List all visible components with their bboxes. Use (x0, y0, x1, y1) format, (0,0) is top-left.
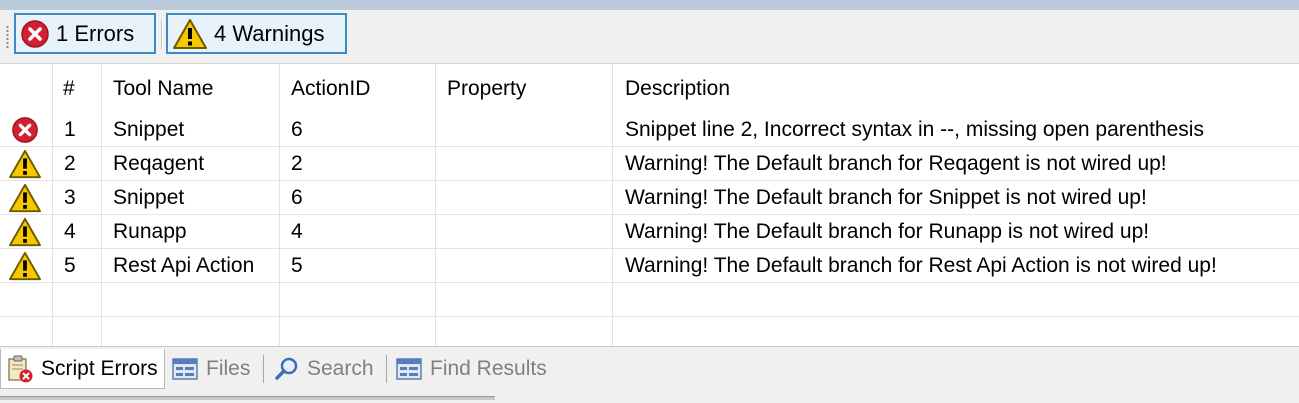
column-header-tool-name[interactable]: Tool Name (113, 64, 213, 114)
tab-search[interactable]: Search (273, 349, 374, 389)
row-description: Warning! The Default branch for Reqagent… (625, 152, 1167, 175)
tab-label: Search (307, 357, 374, 380)
toolbar-separator (161, 19, 163, 49)
warning-icon (8, 251, 42, 286)
row-action-id: 6 (291, 186, 303, 209)
warning-icon (8, 217, 42, 252)
warning-icon (8, 183, 42, 218)
column-divider (279, 64, 280, 346)
column-divider (435, 64, 436, 346)
warnings-filter-button[interactable]: 4 Warnings (166, 13, 347, 54)
column-divider (612, 64, 613, 346)
tab-find-results[interactable]: Find Results (394, 349, 547, 389)
tab-label: Script Errors (41, 356, 158, 380)
error-icon (20, 19, 50, 49)
row-action-id: 2 (291, 152, 303, 175)
files-icon (170, 354, 200, 384)
row-divider (0, 316, 1299, 317)
search-icon (273, 355, 301, 383)
column-header-description[interactable]: Description (625, 64, 730, 114)
row-description: Snippet line 2, Incorrect syntax in --, … (625, 118, 1204, 141)
row-tool-name: Reqagent (113, 152, 205, 175)
errors-table: # Tool Name ActionID Property Descriptio… (0, 64, 1299, 346)
bottom-tab-bar: Script Errors Files Search Find Results (0, 346, 1299, 403)
toolbar: 1 Errors 4 Warnings (0, 10, 1299, 64)
row-action-id: 5 (291, 254, 303, 277)
warning-icon (8, 149, 42, 184)
tab-label: Find Results (430, 357, 547, 380)
window-title-strip (0, 0, 1299, 10)
horizontal-scrollbar[interactable] (0, 396, 495, 400)
column-divider (52, 64, 53, 346)
row-number: 5 (64, 254, 76, 277)
errors-count-label: 1 Errors (56, 20, 135, 46)
row-tool-name: Runapp (113, 220, 187, 243)
row-description: Warning! The Default branch for Runapp i… (625, 220, 1150, 243)
tab-separator (263, 355, 264, 383)
tab-script-errors[interactable]: Script Errors (0, 349, 165, 389)
warnings-count-label: 4 Warnings (214, 20, 325, 46)
row-description: Warning! The Default branch for Snippet … (625, 186, 1147, 209)
row-action-id: 6 (291, 118, 303, 141)
row-number: 3 (64, 186, 76, 209)
toolbar-grip[interactable] (6, 25, 9, 49)
errors-filter-button[interactable]: 1 Errors (14, 13, 156, 54)
column-divider (101, 64, 102, 346)
tab-label: Files (206, 357, 251, 380)
column-header-number[interactable]: # (63, 64, 75, 114)
row-number: 4 (64, 220, 76, 243)
tab-files[interactable]: Files (170, 349, 250, 389)
row-tool-name: Rest Api Action (113, 254, 255, 277)
row-description: Warning! The Default branch for Rest Api… (625, 254, 1217, 277)
warning-icon (172, 18, 208, 50)
error-icon (11, 116, 39, 149)
row-tool-name: Snippet (113, 186, 185, 209)
row-action-id: 4 (291, 220, 303, 243)
tab-separator (386, 355, 387, 383)
find-results-icon (394, 354, 424, 384)
row-number: 2 (64, 152, 76, 175)
row-tool-name: Snippet (113, 118, 185, 141)
row-number: 1 (64, 118, 76, 141)
script-errors-icon (5, 354, 35, 384)
column-header-property[interactable]: Property (447, 64, 526, 114)
column-header-action-id[interactable]: ActionID (291, 64, 370, 114)
